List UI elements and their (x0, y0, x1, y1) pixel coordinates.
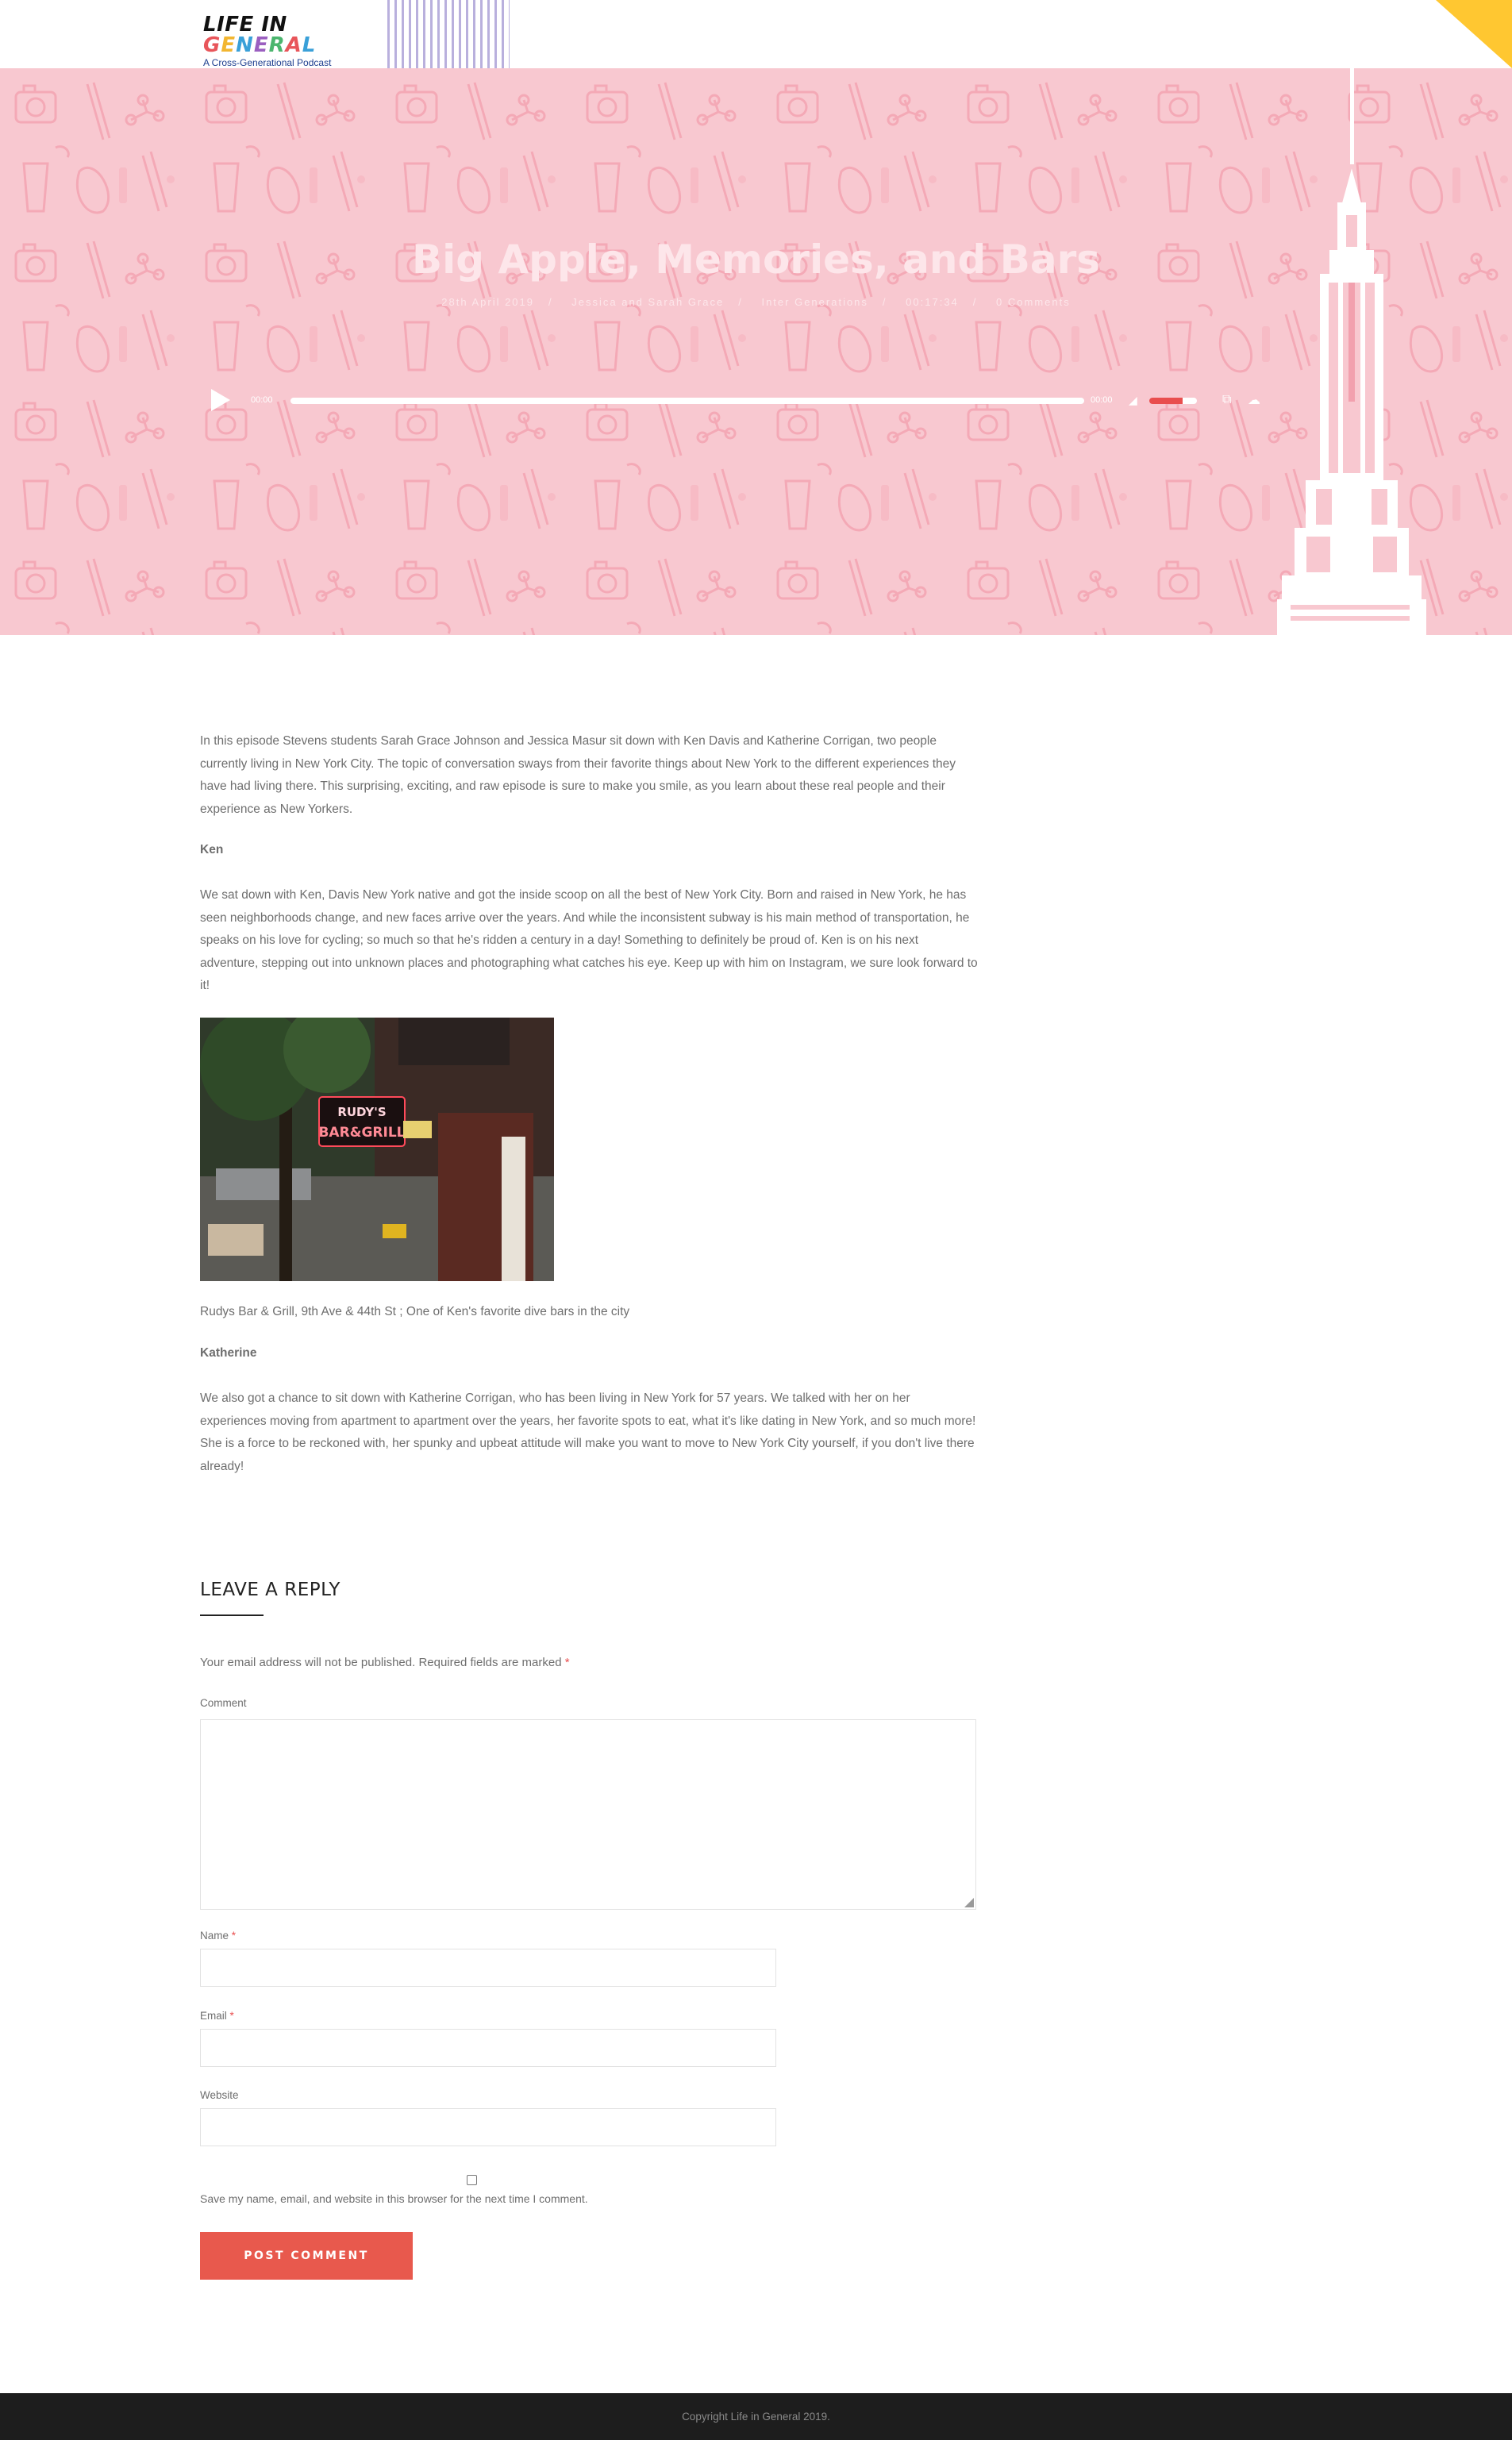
meta-date[interactable]: 28th April 2019 (441, 296, 534, 308)
site-header: LIFE IN GENERAL A Cross-Generational Pod… (0, 0, 1512, 68)
logo-subtitle: A Cross-Generational Podcast (203, 57, 332, 68)
website-field[interactable] (200, 2108, 776, 2146)
progress-bar[interactable] (290, 398, 1084, 404)
comment-textarea[interactable] (200, 1719, 976, 1910)
download-icon[interactable]: ☁ (1248, 392, 1260, 408)
comment-notes: Your email address will not be published… (200, 1656, 570, 1669)
reply-underline (200, 1614, 264, 1616)
copyright-text: Copyright Life in General 2019. (682, 2411, 830, 2423)
meta-category[interactable]: Inter Generations (761, 296, 868, 308)
resize-handle-icon[interactable] (964, 1898, 974, 1907)
rudys-bar-photo: RUDY'S BAR&GRILL (200, 1018, 554, 1281)
katherine-heading: Katherine (200, 1346, 257, 1360)
ken-paragraph: We sat down with Ken, Davis New York nat… (200, 888, 978, 992)
duration-time: 00:00 (1091, 395, 1113, 405)
site-footer: Copyright Life in General 2019. (0, 2393, 1512, 2440)
meta-author[interactable]: Jessica and Sarah Grace (571, 296, 724, 308)
name-required-mark: * (231, 1930, 237, 1942)
name-label: Name * (200, 1930, 236, 1942)
comment-notes-text: Your email address will not be published… (200, 1656, 562, 1669)
episode-title: Big Apple, Memories, and Bars (412, 237, 1100, 283)
reply-title: LEAVE A REPLY (200, 1580, 340, 1600)
email-required-mark: * (229, 2010, 234, 2022)
meta-comments[interactable]: 0 Comments (996, 296, 1071, 308)
website-label: Website (200, 2089, 239, 2101)
popout-icon[interactable]: ⧉ (1222, 393, 1231, 407)
intro-paragraph: In this episode Stevens students Sarah G… (200, 734, 956, 816)
volume-icon[interactable]: ◢ (1129, 394, 1137, 407)
email-label: Email * (200, 2010, 234, 2022)
empire-state-building-illustration (1277, 68, 1426, 635)
photo-caption: Rudys Bar & Grill, 9th Ave & 44th St ; O… (200, 1305, 630, 1318)
episode-hero: Big Apple, Memories, and Bars 28th April… (0, 68, 1512, 635)
current-time: 00:00 (251, 395, 273, 405)
episode-meta: 28th April 2019/ Jessica and Sarah Grace… (441, 296, 1071, 308)
katherine-paragraph: We also got a chance to sit down with Ka… (200, 1391, 976, 1473)
audio-player: 00:00 00:00 ◢ ⧉ ☁ (208, 389, 1272, 413)
comment-label: Comment (200, 1697, 247, 1709)
save-info-checkbox[interactable] (467, 2175, 477, 2185)
volume-slider[interactable] (1149, 398, 1197, 404)
meta-duration: 00:17:34 (906, 296, 959, 308)
site-logo[interactable]: LIFE IN GENERAL A Cross-Generational Pod… (203, 13, 362, 68)
play-icon[interactable] (211, 389, 230, 411)
post-comment-button[interactable]: POST COMMENT (200, 2232, 413, 2280)
sign-text-top: RUDY'S (337, 1105, 386, 1119)
volume-level (1149, 398, 1183, 404)
name-label-text: Name (200, 1930, 229, 1942)
logo-title: LIFE IN GENERAL (203, 13, 317, 57)
required-mark: * (564, 1656, 570, 1669)
decorative-stripes (387, 0, 510, 68)
consent-text: Save my name, email, and website in this… (200, 2192, 588, 2205)
email-field[interactable] (200, 2029, 776, 2067)
name-field[interactable] (200, 1949, 776, 1987)
email-label-text: Email (200, 2010, 227, 2022)
sign-text-bottom: BAR&GRILL (318, 1125, 405, 1141)
corner-accent (1436, 0, 1512, 68)
ken-heading: Ken (200, 843, 224, 856)
